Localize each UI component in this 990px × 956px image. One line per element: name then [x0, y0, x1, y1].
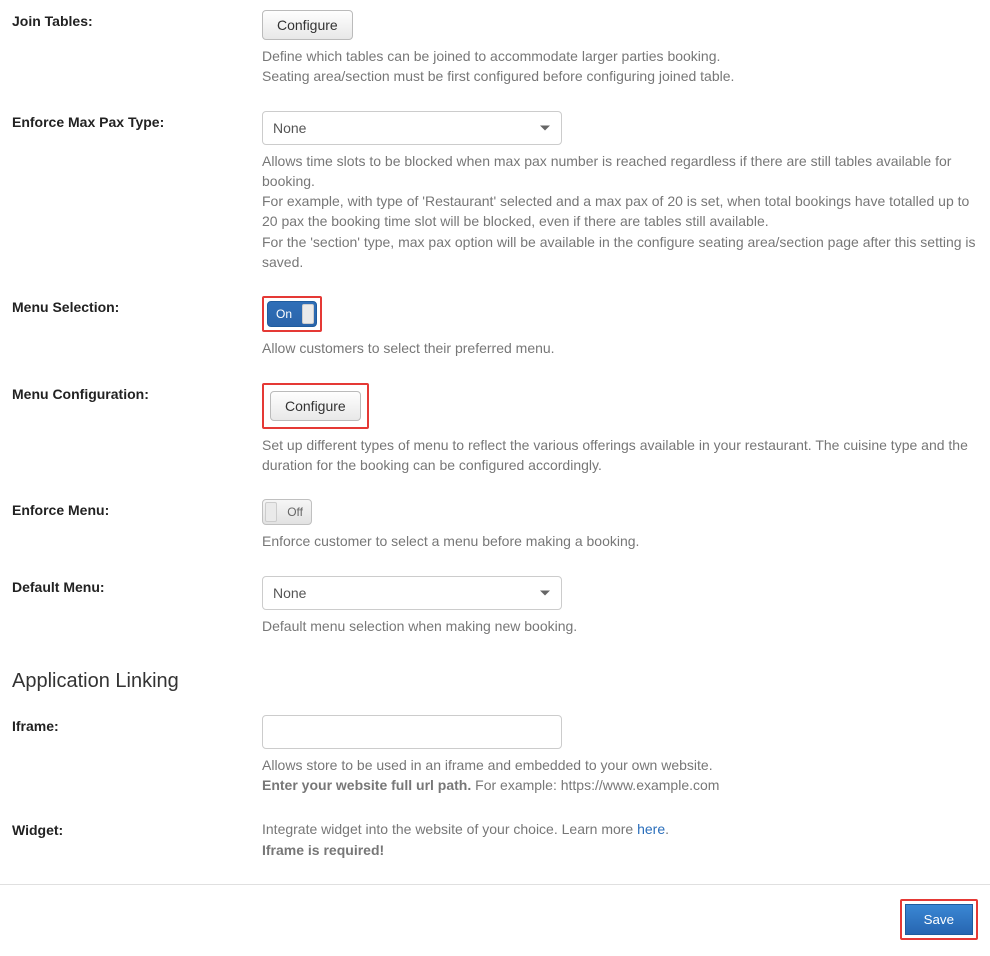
menu-configuration-label: Menu Configuration: — [12, 383, 262, 402]
menu-configuration-help: Set up different types of menu to reflec… — [262, 435, 978, 476]
iframe-help-1: Allows store to be used in an iframe and… — [262, 755, 978, 775]
iframe-field: Allows store to be used in an iframe and… — [262, 715, 978, 796]
footer-bar: Save — [0, 884, 990, 946]
widget-help-2: Iframe is required! — [262, 840, 978, 860]
enforce-menu-help: Enforce customer to select a menu before… — [262, 531, 978, 551]
join-tables-field: Configure Define which tables can be joi… — [262, 10, 978, 87]
menu-selection-help: Allow customers to select their preferre… — [262, 338, 978, 358]
enforce-menu-toggle[interactable]: Off — [262, 499, 312, 525]
menu-configuration-highlight: Configure — [262, 383, 369, 429]
widget-help-1-suffix: . — [665, 821, 669, 837]
toggle-knob-icon — [265, 502, 277, 522]
iframe-help-2-suffix: For example: https://www.example.com — [471, 777, 719, 793]
menu-selection-toggle[interactable]: On — [267, 301, 317, 327]
menu-configuration-field: Configure Set up different types of menu… — [262, 383, 978, 476]
row-join-tables: Join Tables: Configure Define which tabl… — [0, 10, 990, 87]
join-tables-help-1: Define which tables can be joined to acc… — [262, 46, 978, 66]
enforce-menu-toggle-label: Off — [287, 505, 303, 519]
default-menu-select-wrap: None — [262, 576, 562, 610]
row-menu-selection: Menu Selection: On Allow customers to se… — [0, 296, 990, 358]
default-menu-help: Default menu selection when making new b… — [262, 616, 978, 636]
menu-selection-field: On Allow customers to select their prefe… — [262, 296, 978, 358]
enforce-max-pax-help-1: Allows time slots to be blocked when max… — [262, 151, 978, 192]
application-linking-heading: Application Linking — [0, 660, 990, 697]
menu-configuration-configure-button[interactable]: Configure — [270, 391, 361, 421]
row-enforce-max-pax: Enforce Max Pax Type: None Allows time s… — [0, 111, 990, 273]
enforce-menu-label: Enforce Menu: — [12, 499, 262, 518]
default-menu-field: None Default menu selection when making … — [262, 576, 978, 636]
default-menu-label: Default Menu: — [12, 576, 262, 595]
widget-help-1: Integrate widget into the website of you… — [262, 819, 978, 839]
widget-learn-more-link[interactable]: here — [637, 821, 665, 837]
toggle-knob-icon — [302, 304, 314, 324]
enforce-max-pax-select[interactable]: None — [262, 111, 562, 145]
row-menu-configuration: Menu Configuration: Configure Set up dif… — [0, 383, 990, 476]
menu-selection-label: Menu Selection: — [12, 296, 262, 315]
widget-help-1-prefix: Integrate widget into the website of you… — [262, 821, 637, 837]
row-iframe: Iframe: Allows store to be used in an if… — [0, 715, 990, 796]
save-highlight: Save — [900, 899, 978, 940]
widget-help-2-text: Iframe is required! — [262, 842, 384, 858]
menu-selection-highlight: On — [262, 296, 322, 332]
row-widget: Widget: Integrate widget into the websit… — [0, 819, 990, 860]
enforce-menu-field: Off Enforce customer to select a menu be… — [262, 499, 978, 551]
iframe-input[interactable] — [262, 715, 562, 749]
enforce-max-pax-help-2: For example, with type of 'Restaurant' s… — [262, 191, 978, 232]
iframe-help-2-prefix: Enter your website full url path. — [262, 777, 471, 793]
join-tables-help-2: Seating area/section must be first confi… — [262, 66, 978, 86]
join-tables-configure-button[interactable]: Configure — [262, 10, 353, 40]
widget-label: Widget: — [12, 819, 262, 838]
widget-field: Integrate widget into the website of you… — [262, 819, 978, 860]
default-menu-select[interactable]: None — [262, 576, 562, 610]
join-tables-label: Join Tables: — [12, 10, 262, 29]
menu-selection-toggle-label: On — [276, 307, 292, 321]
iframe-label: Iframe: — [12, 715, 262, 734]
iframe-help-2: Enter your website full url path. For ex… — [262, 775, 978, 795]
enforce-max-pax-field: None Allows time slots to be blocked whe… — [262, 111, 978, 273]
row-enforce-menu: Enforce Menu: Off Enforce customer to se… — [0, 499, 990, 551]
enforce-max-pax-select-wrap: None — [262, 111, 562, 145]
enforce-max-pax-help-3: For the 'section' type, max pax option w… — [262, 232, 978, 273]
row-default-menu: Default Menu: None Default menu selectio… — [0, 576, 990, 636]
save-button[interactable]: Save — [905, 904, 973, 935]
enforce-max-pax-label: Enforce Max Pax Type: — [12, 111, 262, 130]
